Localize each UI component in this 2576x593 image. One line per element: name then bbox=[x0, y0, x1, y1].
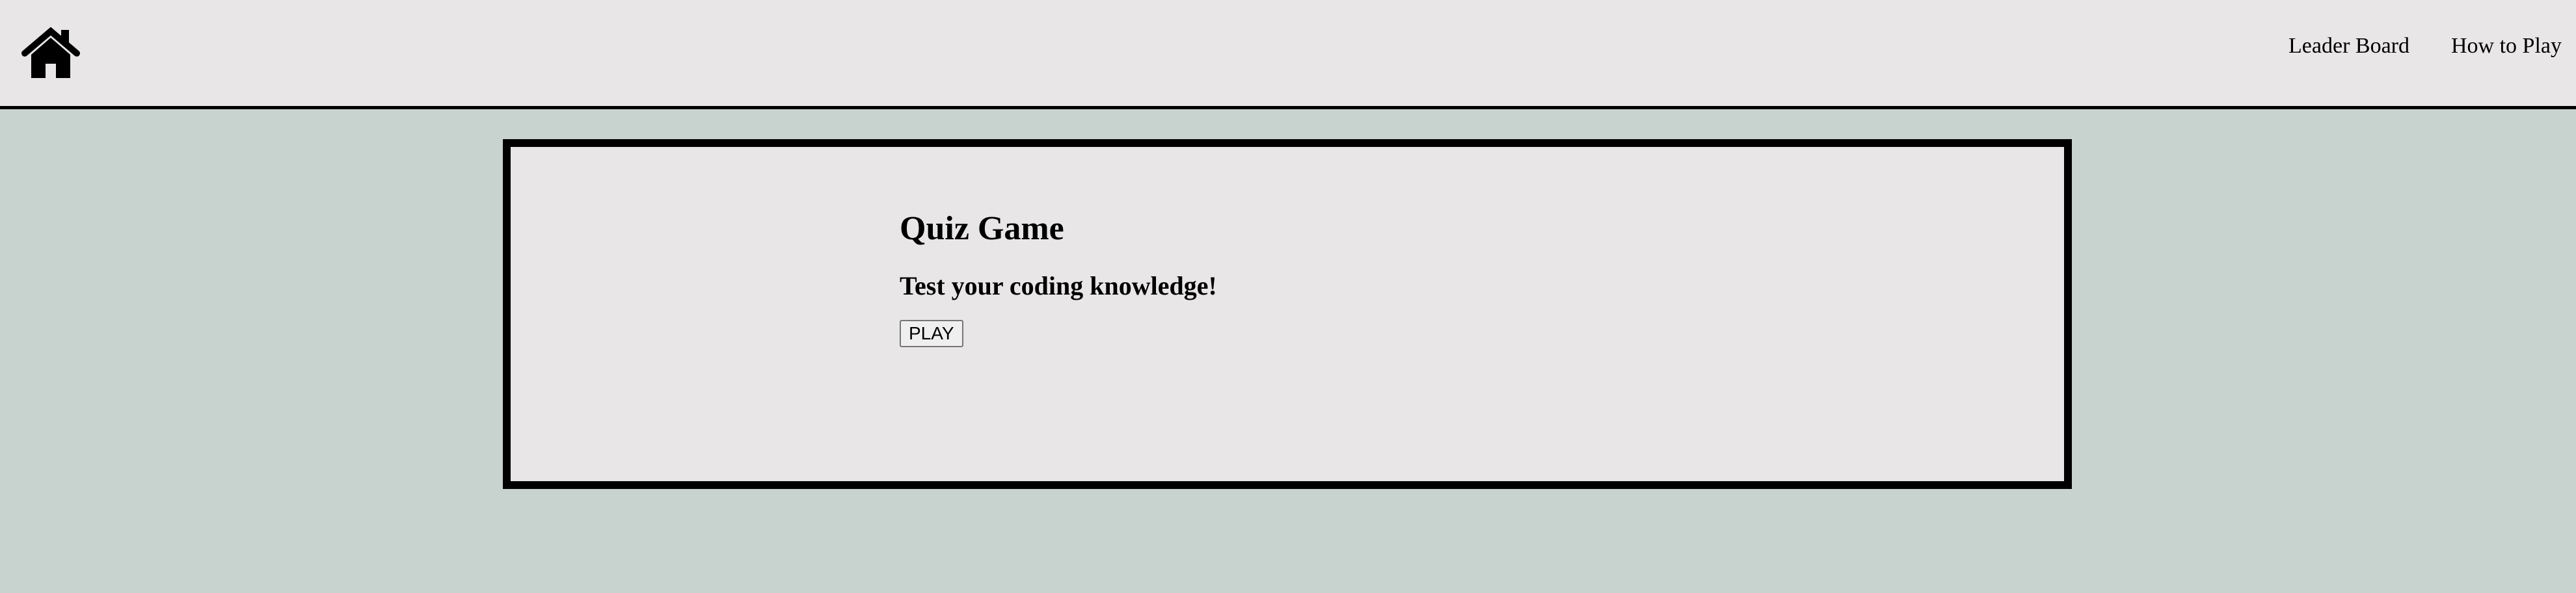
nav-link-leader-board[interactable]: Leader Board bbox=[2288, 34, 2409, 59]
quiz-subtitle: Test your coding knowledge! bbox=[900, 271, 1217, 300]
play-button[interactable]: PLAY bbox=[900, 320, 963, 347]
home-icon bbox=[21, 26, 81, 79]
quiz-title: Quiz Game bbox=[900, 210, 1064, 247]
top-navbar: Leader Board How to Play bbox=[0, 0, 2576, 109]
nav-link-how-to-play[interactable]: How to Play bbox=[2451, 34, 2562, 59]
home-link[interactable] bbox=[21, 26, 81, 79]
quiz-content: Quiz Game Test your coding knowledge! PL… bbox=[900, 212, 1217, 347]
quiz-card: Quiz Game Test your coding knowledge! PL… bbox=[503, 139, 2072, 489]
nav-links: Leader Board How to Play bbox=[2288, 34, 2562, 59]
